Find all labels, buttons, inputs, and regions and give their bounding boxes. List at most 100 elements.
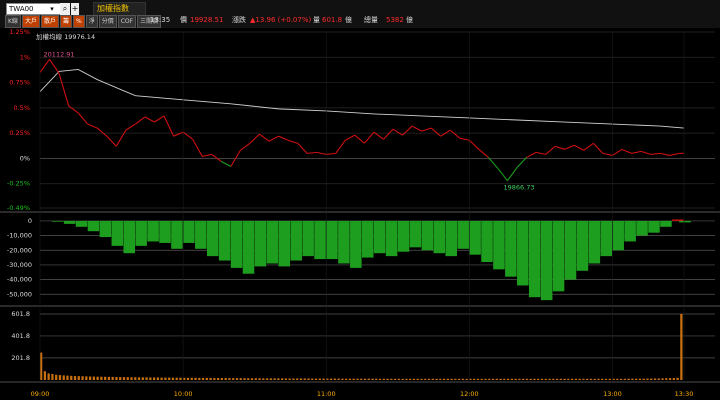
volume-bar (175, 377, 178, 380)
area-y-tick: -50,000 (7, 290, 32, 298)
volume-bar (619, 378, 623, 380)
volume-bar (273, 378, 276, 380)
volume-bar (461, 378, 465, 380)
volume-bar (115, 377, 118, 380)
x-tick-label: 10:00 (174, 390, 193, 398)
flow-bar (254, 220, 267, 267)
search-icon[interactable]: ⌕ (60, 3, 70, 15)
chevron-down-icon[interactable]: ▾ (46, 3, 58, 15)
total-unit: 億 (406, 16, 413, 24)
flow-bar (87, 220, 100, 232)
volume-bar (405, 378, 408, 380)
flow-bar (302, 220, 314, 257)
flow-bar (159, 220, 171, 243)
volume-bar (168, 377, 171, 380)
volume-bar (548, 378, 551, 380)
volume-bar (627, 378, 630, 380)
flow-bar (648, 220, 660, 233)
volume-y-tick: 201.8 (11, 354, 30, 362)
volume-bar (111, 376, 114, 380)
volume-bar (228, 378, 231, 380)
flow-bar (397, 220, 410, 252)
flow-bar (481, 220, 493, 262)
volume-bar (394, 378, 397, 380)
flow-bar (540, 220, 553, 301)
volume-bar (96, 376, 99, 380)
volume-bar (194, 377, 197, 380)
volume-bar (292, 378, 295, 380)
flow-bar (505, 220, 517, 277)
volume-bar (126, 377, 129, 380)
volume-bar (552, 378, 555, 380)
volume-bar (254, 378, 257, 380)
x-tick-label: 13:30 (675, 390, 694, 398)
flow-bar (528, 220, 541, 298)
flow-bar (147, 220, 159, 242)
flow-bar (75, 220, 88, 227)
tab-4[interactable]: % (72, 15, 85, 28)
volume-bar (439, 378, 442, 380)
price-y-tick: 0.75% (9, 79, 30, 87)
volume-bar (329, 378, 333, 380)
x-tick-label: 09:00 (31, 390, 50, 398)
tab-0[interactable]: K線 (5, 15, 21, 28)
volume-bar (258, 378, 261, 380)
flow-bar (636, 220, 648, 236)
total-value: 5382 (386, 16, 404, 24)
volume-bar (390, 378, 393, 380)
volume-bar (518, 378, 521, 380)
flow-bar (206, 220, 219, 257)
volume-bar (427, 378, 431, 380)
tab-2[interactable]: 散戶 (40, 15, 59, 28)
volume-bar (205, 377, 208, 380)
flow-bar (230, 220, 243, 268)
volume-value: 601.8 (322, 16, 343, 24)
indicator-tabs: K線 大戶 散戶籌% 淨分價 COF 三關價 (5, 15, 162, 28)
flow-bar (51, 220, 64, 222)
tab-7[interactable]: COF (117, 15, 137, 28)
volume-bar (484, 378, 487, 380)
volume-bar (642, 378, 645, 380)
volume-bar (450, 378, 453, 380)
price-y-tick: -0.49% (7, 204, 30, 212)
volume-bar (341, 378, 344, 380)
x-tick-label: 13:00 (603, 390, 622, 398)
volume-bar (183, 377, 186, 380)
volume-bar (412, 378, 416, 380)
flow-bar (183, 220, 195, 243)
volume-bar (100, 376, 103, 380)
flow-bar (445, 220, 458, 257)
tab-5[interactable]: 淨 (85, 15, 98, 28)
area-y-tick: -30,000 (7, 261, 32, 269)
flow-bar (552, 220, 565, 292)
volume-bar (578, 378, 581, 380)
tab-3[interactable]: 籌 (59, 15, 72, 28)
flow-bar (171, 220, 183, 249)
volume-bar (85, 376, 88, 380)
x-tick-label: 12:00 (460, 390, 479, 398)
volume-bar (401, 378, 404, 380)
volume-bar (657, 378, 660, 380)
volume-bar (104, 376, 107, 380)
volume-bar (680, 313, 683, 380)
volume-bar (198, 377, 201, 380)
volume-bar (277, 378, 280, 380)
tab-1[interactable]: 大戶 (21, 15, 40, 28)
flow-bar (576, 220, 589, 271)
volume-bar (160, 377, 163, 380)
add-icon[interactable]: + (71, 3, 79, 15)
volume-bar (586, 378, 589, 380)
area-y-tick: -20,000 (7, 246, 32, 254)
volume-bar (646, 378, 649, 380)
flow-bar (612, 220, 624, 251)
volume-bar (597, 378, 600, 380)
tab-6[interactable]: 分價 (98, 15, 117, 28)
volume-bar (612, 378, 615, 380)
flow-bar (517, 220, 529, 286)
volume-bar (186, 377, 190, 380)
volume-bar (318, 378, 321, 380)
volume-y-tick: 601.8 (11, 310, 30, 318)
volume-bar (141, 377, 144, 380)
flow-bar (600, 220, 613, 257)
volume-bar (676, 377, 679, 380)
